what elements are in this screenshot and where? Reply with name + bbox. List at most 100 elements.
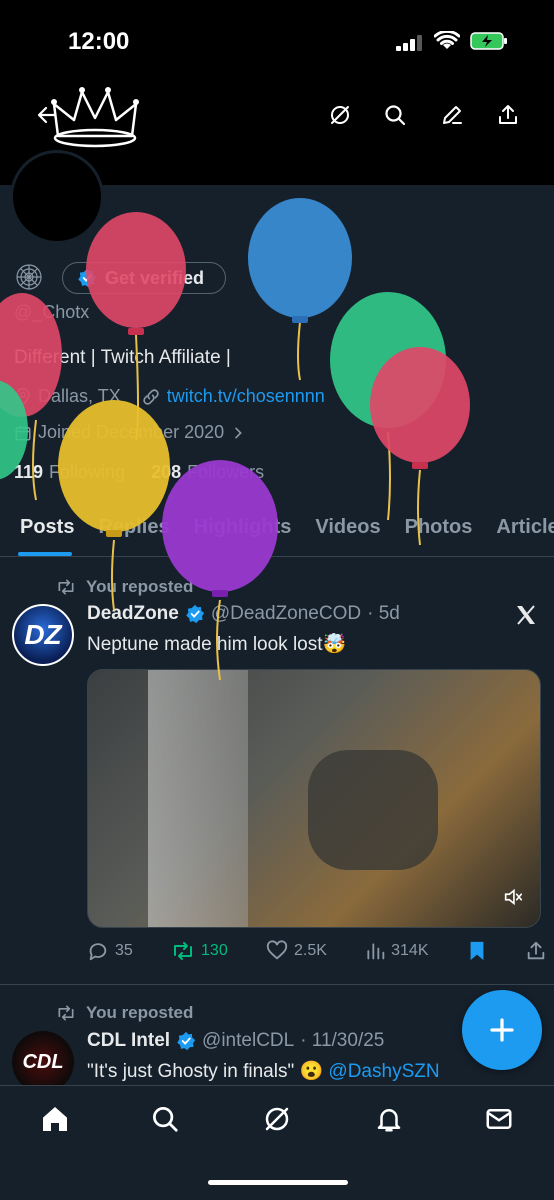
reply-icon — [89, 943, 107, 961]
home-icon — [43, 1107, 67, 1131]
tweet-divider — [0, 984, 554, 985]
profile-meta: Dallas, TX twitch.tv/chosennnn — [14, 386, 325, 407]
video-wall — [148, 670, 248, 927]
author-name[interactable]: CDL Intel — [87, 1030, 170, 1052]
author-handle[interactable]: @DeadZoneCOD — [211, 603, 361, 625]
verified-badge-icon — [78, 268, 97, 288]
avatar-initials: CDL — [22, 1050, 64, 1073]
profile-link[interactable]: twitch.tv/chosennnn — [167, 386, 325, 407]
following-label[interactable]: Following — [49, 462, 125, 483]
nav-notifications[interactable] — [372, 1102, 406, 1136]
plus-icon — [490, 1018, 514, 1042]
verified-badge-icon — [186, 604, 205, 624]
profile-bio: Different | Twitch Affiliate | — [14, 347, 231, 368]
bell-icon — [377, 1109, 401, 1132]
repost-indicator: You reposted — [56, 1003, 193, 1023]
repost-icon — [174, 942, 193, 960]
tweet-share-button[interactable] — [525, 940, 547, 962]
wifi-icon — [434, 31, 460, 49]
compose-button[interactable] — [462, 990, 542, 1070]
profile-avatar[interactable] — [10, 150, 104, 244]
verified-badge-icon — [177, 1031, 196, 1051]
repost-button[interactable]: 130 — [171, 940, 228, 962]
heart-icon — [266, 940, 288, 960]
get-verified-label: Get verified — [105, 267, 205, 288]
tweet-time: · 5d — [367, 603, 400, 624]
chevron-right-icon — [235, 427, 242, 438]
tweet-body: "It's just Ghosty in finals" 😮 — [87, 1061, 324, 1082]
profile-tabs: Posts Replies Highlights Videos Photos A… — [0, 500, 554, 557]
views-button[interactable]: 314K — [365, 941, 429, 961]
avatar-initials: DZ — [24, 619, 62, 650]
profile-handle: @_Chotx — [14, 302, 90, 322]
profile-joined: Joined December 2020 — [14, 422, 246, 443]
spiderweb-icon — [16, 264, 42, 290]
following-count[interactable]: 119 — [14, 462, 43, 483]
x-logo-icon — [517, 605, 535, 625]
nav-grok[interactable] — [260, 1102, 294, 1136]
followers-count[interactable]: 208 — [151, 462, 181, 483]
search-button[interactable] — [380, 100, 410, 130]
muted-speaker-icon — [504, 888, 523, 906]
nav-search[interactable] — [148, 1102, 182, 1136]
tweet-avatar[interactable]: CDL — [12, 1031, 74, 1093]
share-icon — [527, 941, 545, 960]
home-indicator — [208, 1180, 348, 1185]
repost-label: You reposted — [86, 577, 194, 596]
grok-icon — [331, 106, 349, 124]
tab-highlights[interactable]: Highlights — [182, 500, 304, 556]
grok-icon — [265, 1107, 289, 1131]
repost-count: 130 — [201, 942, 228, 959]
tweet-author: CDL Intel @intelCDL · 11/30/25 — [87, 1030, 384, 1052]
signal-icon — [396, 35, 422, 51]
calendar-icon — [15, 425, 31, 440]
search-icon — [153, 1107, 178, 1132]
author-name[interactable]: DeadZone — [87, 603, 179, 625]
balloon-green-right — [330, 292, 446, 521]
profile-location: Dallas, TX — [38, 386, 121, 406]
tweet-time: · 11/30/25 — [300, 1030, 385, 1051]
link-icon — [143, 388, 159, 405]
status-time: 12:00 — [68, 28, 130, 55]
status-bar: 12:00 — [0, 0, 554, 80]
search-icon — [385, 105, 406, 126]
get-verified-button[interactable]: Get verified — [62, 262, 226, 294]
grok-button[interactable] — [325, 100, 355, 130]
mute-button[interactable] — [498, 882, 528, 912]
author-handle[interactable]: @intelCDL — [202, 1030, 294, 1052]
tweet-avatar[interactable]: DZ — [12, 604, 74, 666]
location-icon — [16, 387, 30, 406]
profile-counts: 119 Following 208 Followers — [14, 462, 264, 483]
tweet-mention[interactable]: @DashySZN — [328, 1061, 439, 1082]
bookmark-button[interactable] — [467, 940, 487, 962]
reply-count: 35 — [115, 942, 133, 959]
tweet-video[interactable] — [87, 669, 541, 928]
tab-replies[interactable]: Replies — [86, 500, 181, 556]
tab-posts[interactable]: Posts — [0, 500, 86, 556]
repost-icon — [58, 579, 74, 595]
edit-profile-button[interactable] — [437, 100, 467, 130]
reply-button[interactable]: 35 — [87, 940, 133, 962]
joined-label: Joined December 2020 — [38, 422, 225, 442]
like-count: 2.5K — [293, 942, 327, 959]
tweet-actions: 35 130 2.5K 314K — [87, 940, 547, 962]
tab-videos[interactable]: Videos — [303, 500, 392, 556]
like-button[interactable]: 2.5K — [266, 940, 327, 962]
views-count: 314K — [391, 942, 429, 959]
share-icon — [499, 105, 517, 124]
followers-label[interactable]: Followers — [187, 462, 264, 483]
nav-messages[interactable] — [482, 1102, 516, 1136]
tab-photos[interactable]: Photos — [393, 500, 485, 556]
tab-articles[interactable]: Articles — [484, 500, 554, 556]
nav-home[interactable] — [38, 1102, 72, 1136]
tweet-text: Neptune made him look lost🤯 — [87, 634, 347, 655]
edit-icon — [443, 106, 462, 124]
repost-indicator: You reposted — [56, 577, 193, 597]
balloon-blue — [248, 198, 352, 381]
share-button[interactable] — [493, 100, 523, 130]
mail-icon — [486, 1109, 512, 1129]
video-figure — [308, 750, 438, 870]
battery-icon — [470, 32, 507, 50]
views-icon — [367, 943, 385, 960]
tweet-text: "It's just Ghosty in finals" 😮 @DashySZN — [87, 1059, 440, 1083]
